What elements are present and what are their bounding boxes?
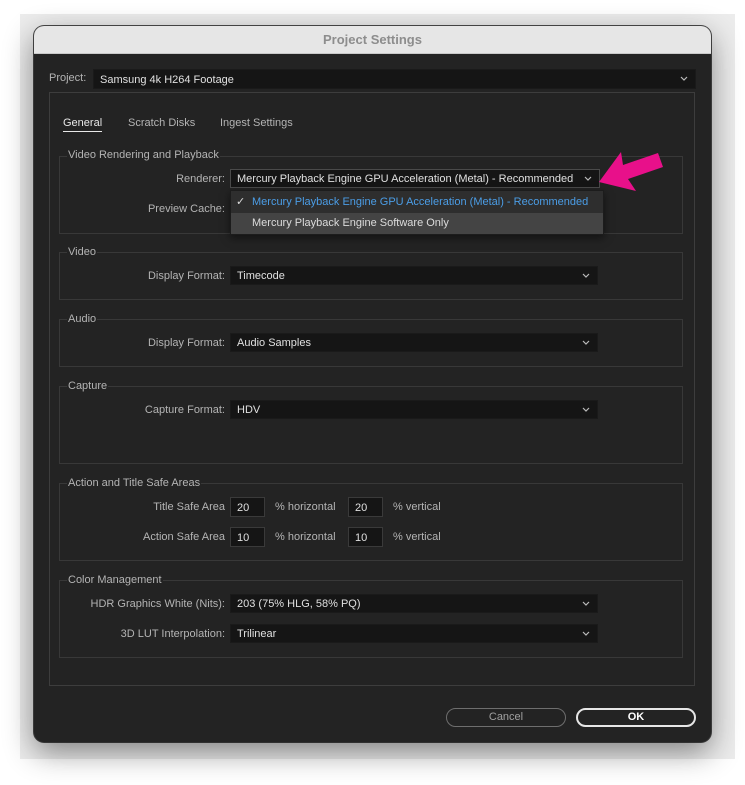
group-title-audio: Audio [67,312,98,326]
project-settings-dialog: Project Settings Project: Samsung 4k H26… [34,26,711,742]
check-icon: ✓ [236,196,246,208]
chevron-down-icon [582,601,590,606]
title-safe-horizontal-unit: % horizontal [275,501,336,513]
tab-general[interactable]: General [63,117,103,132]
tab-ingest-settings[interactable]: Ingest Settings [220,117,293,129]
audio-display-format-value: Audio Samples [237,337,311,349]
action-safe-horizontal-unit: % horizontal [275,531,336,543]
video-display-format-value: Timecode [237,270,285,282]
chevron-down-icon [582,631,590,636]
hdr-graphics-white-select[interactable]: 203 (75% HLG, 58% PQ) [230,594,598,613]
group-safe-areas [59,483,683,561]
renderer-option-software-label: Mercury Playback Engine Software Only [252,217,449,229]
renderer-select-value: Mercury Playback Engine GPU Acceleration… [237,173,574,185]
group-title-color-management: Color Management [67,573,163,587]
title-safe-vertical-input[interactable]: 20 [348,497,383,517]
renderer-select[interactable]: Mercury Playback Engine GPU Acceleration… [230,169,600,188]
hdr-graphics-white-label: HDR Graphics White (Nits): [90,598,225,610]
capture-format-select[interactable]: HDV [230,400,598,419]
group-title-capture: Capture [67,379,109,393]
chevron-down-icon [584,176,592,181]
renderer-dropdown-menu: ✓ Mercury Playback Engine GPU Accelerati… [230,190,604,235]
group-title-safe-areas: Action and Title Safe Areas [67,476,202,490]
chevron-down-icon [582,273,590,278]
title-safe-vertical-unit: % vertical [393,501,441,513]
lut-interpolation-label: 3D LUT Interpolation: [120,628,225,640]
group-color-management [59,580,683,658]
title-safe-horizontal-input[interactable]: 20 [230,497,265,517]
arrow-icon [599,152,663,191]
capture-format-label: Capture Format: [144,404,225,416]
capture-format-value: HDV [237,404,261,416]
project-select[interactable]: Samsung 4k H264 Footage [93,69,696,89]
group-capture [59,386,683,464]
renderer-option-gpu[interactable]: ✓ Mercury Playback Engine GPU Accelerati… [231,192,603,213]
dialog-title: Project Settings [34,26,711,54]
audio-display-format-select[interactable]: Audio Samples [230,333,598,352]
project-select-value: Samsung 4k H264 Footage [100,74,234,86]
audio-display-format-label: Display Format: [147,337,225,349]
chevron-down-icon [582,407,590,412]
lut-interpolation-value: Trilinear [237,628,277,640]
action-safe-vertical-input[interactable]: 10 [348,527,383,547]
renderer-label: Renderer: [176,173,225,185]
cancel-button[interactable]: Cancel [446,708,566,727]
lut-interpolation-select[interactable]: Trilinear [230,624,598,643]
renderer-option-gpu-label: Mercury Playback Engine GPU Acceleration… [252,196,589,208]
action-safe-horizontal-input[interactable]: 10 [230,527,265,547]
action-safe-area-label: Action Safe Area [143,531,225,543]
hdr-graphics-white-value: 203 (75% HLG, 58% PQ) [237,598,361,610]
chevron-down-icon [680,76,688,81]
action-safe-vertical-unit: % vertical [393,531,441,543]
renderer-option-software[interactable]: Mercury Playback Engine Software Only [231,213,603,234]
project-label: Project: [49,72,87,84]
video-display-format-select[interactable]: Timecode [230,266,598,285]
chevron-down-icon [582,340,590,345]
group-title-video-rendering: Video Rendering and Playback [67,148,220,162]
title-safe-area-label: Title Safe Area [153,501,225,513]
tab-scratch-disks[interactable]: Scratch Disks [128,117,195,129]
ok-button[interactable]: OK [576,708,696,727]
video-display-format-label: Display Format: [147,270,225,282]
group-title-video: Video [67,245,97,259]
preview-cache-label: Preview Cache: [147,203,225,215]
